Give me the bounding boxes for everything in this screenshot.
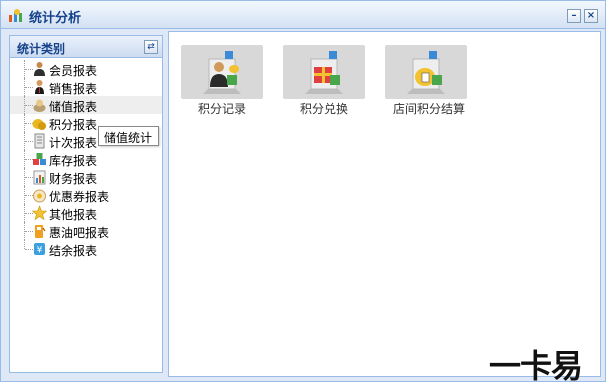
minimize-button[interactable]: –	[567, 9, 581, 23]
category-panel-header: 统计类别 ⇄	[10, 36, 162, 58]
tile-points-record[interactable]	[181, 45, 263, 99]
fuel-icon	[35, 225, 46, 238]
star-icon	[32, 205, 47, 221]
points-icon	[32, 119, 46, 130]
category-panel: 统计类别 ⇄ 会员报表 销售报表 储值报表 积分报表 计次报表 库存报表 财务报…	[9, 35, 163, 373]
tree-item-label: 计次报表	[49, 136, 98, 150]
tree-item-coupon[interactable]: 优惠券报表	[10, 186, 162, 204]
stored-value-icon	[33, 99, 46, 112]
tile-store-settlement-label: 店间积分结算	[392, 102, 465, 116]
tree-item-balance[interactable]: ¥ 结余报表	[10, 240, 162, 258]
finance-icon	[33, 170, 46, 185]
tree-item-fuel[interactable]: 惠油吧报表	[10, 222, 162, 240]
svg-text:¥: ¥	[37, 246, 43, 256]
tile-points-exchange[interactable]	[283, 45, 365, 99]
points-record-icon	[203, 51, 241, 94]
tooltip: 储值统计	[98, 126, 159, 146]
member-icon	[34, 62, 45, 76]
tree-item-label: 优惠券报表	[49, 190, 110, 204]
coupon-icon	[33, 189, 46, 203]
title-bar[interactable]: 统计分析 – ×	[1, 1, 605, 29]
tile-points-exchange-label: 积分兑换	[299, 102, 348, 116]
refresh-icon[interactable]: ⇄	[144, 40, 158, 54]
sales-icon	[35, 80, 44, 94]
tile-store-settlement[interactable]	[385, 45, 467, 99]
report-area: 积分记录 积分兑换 店间积分结算	[168, 31, 601, 377]
tree-item-label: 结余报表	[49, 244, 98, 258]
tree-item-label: 财务报表	[49, 172, 98, 186]
inventory-icon	[33, 153, 46, 165]
tile-points-record-label: 积分记录	[197, 102, 246, 116]
tree-item-label: 库存报表	[49, 154, 98, 168]
category-panel-title: 统计类别	[17, 42, 66, 56]
tree-item-label: 销售报表	[49, 82, 98, 96]
tree-item-other[interactable]: 其他报表	[10, 204, 162, 222]
store-settlement-icon	[407, 51, 445, 94]
tree-item-label: 会员报表	[49, 64, 98, 78]
tree-item-finance[interactable]: 财务报表	[10, 168, 162, 186]
brand-watermark: 一卡易	[489, 347, 583, 382]
tree-item-member[interactable]: 会员报表	[10, 60, 162, 78]
tree-item-label: 其他报表	[49, 208, 98, 222]
tree-item-label: 储值报表	[49, 100, 98, 114]
balance-icon: ¥	[34, 243, 45, 256]
points-exchange-icon	[305, 51, 343, 94]
window-title: 统计分析	[29, 11, 82, 26]
count-icon	[34, 133, 45, 149]
close-button[interactable]: ×	[584, 9, 598, 23]
tree-item-sales[interactable]: 销售报表	[10, 78, 162, 96]
chart-icon	[9, 9, 22, 22]
tree-item-label: 惠油吧报表	[49, 226, 110, 240]
tree-item-stored-value[interactable]: 储值报表	[10, 96, 162, 114]
stats-window: 统计分析 – × 统计类别 ⇄ 会员报表 销售报表 储值报表 积分报表 计次报表…	[0, 0, 606, 382]
tree-item-inventory[interactable]: 库存报表	[10, 150, 162, 168]
tree-item-label: 积分报表	[49, 118, 98, 132]
